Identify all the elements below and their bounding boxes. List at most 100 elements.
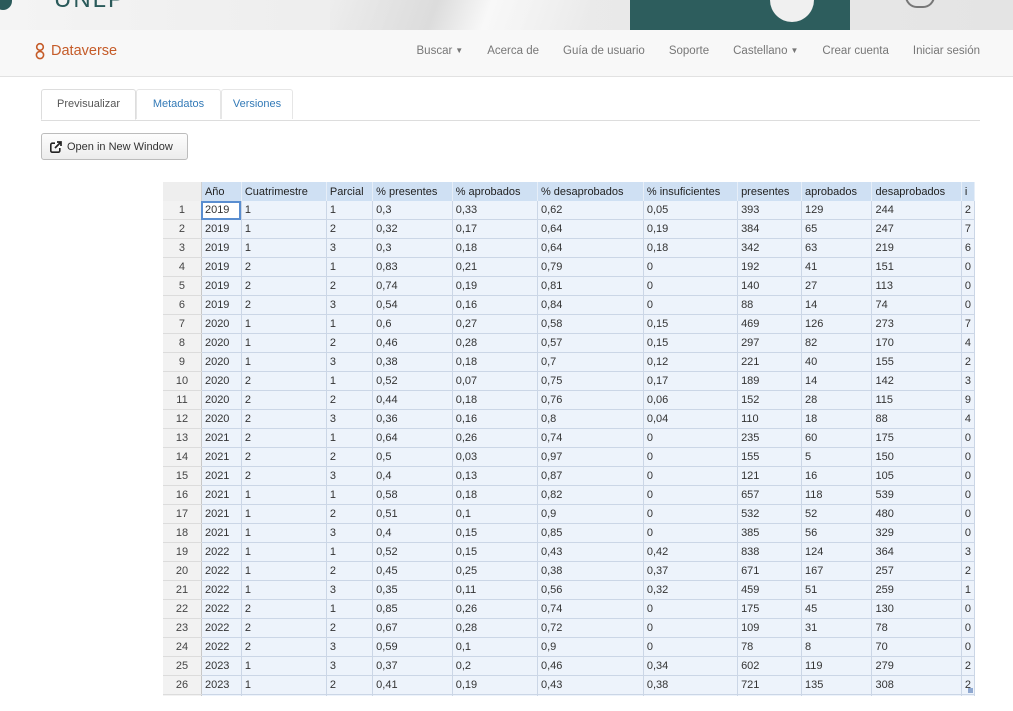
table-cell[interactable]: 2 (241, 371, 327, 391)
table-cell[interactable]: 129 (801, 201, 873, 220)
table-cell[interactable]: 0,3 (372, 201, 453, 220)
table-cell[interactable]: 0 (961, 485, 975, 505)
table-cell[interactable]: 2020 (201, 390, 242, 410)
table-cell[interactable]: 0,38 (372, 352, 453, 372)
table-cell[interactable]: 2020 (201, 333, 242, 353)
table-cell[interactable]: 0,58 (372, 485, 453, 505)
table-cell[interactable]: 0 (961, 447, 975, 467)
table-cell[interactable]: 247 (871, 219, 962, 239)
column-header[interactable]: % insuficientes (643, 182, 739, 201)
table-cell[interactable]: 0,85 (372, 599, 453, 619)
table-cell[interactable]: 259 (871, 580, 962, 600)
table-cell[interactable]: 1 (326, 485, 374, 505)
table-cell[interactable]: 56 (801, 523, 873, 543)
table-cell[interactable]: 63 (801, 238, 873, 258)
table-cell[interactable]: 140 (737, 276, 802, 296)
table-cell[interactable]: 0,76 (537, 390, 644, 410)
table-cell[interactable]: 0 (961, 276, 975, 296)
table-cell[interactable]: 0,05 (643, 201, 739, 220)
table-cell[interactable]: 3 (326, 580, 374, 600)
table-cell[interactable]: 0,17 (643, 371, 739, 391)
table-cell[interactable]: 1 (241, 542, 327, 562)
table-cell[interactable]: 51 (801, 580, 873, 600)
table-cell[interactable]: 1 (241, 580, 327, 600)
nav-item-acerca-de[interactable]: Acerca de (487, 45, 539, 57)
table-cell[interactable]: 6 (961, 238, 975, 258)
table-cell[interactable]: 2020 (201, 409, 242, 429)
table-cell[interactable]: 27 (801, 276, 873, 296)
table-cell[interactable]: 2 (326, 675, 374, 695)
table-cell[interactable]: 0,18 (452, 390, 538, 410)
table-cell[interactable]: 0,35 (372, 580, 453, 600)
table-cell[interactable]: 0,11 (452, 580, 538, 600)
table-cell[interactable]: 126 (801, 314, 873, 334)
table-cell[interactable]: 0,1 (452, 504, 538, 524)
table-cell[interactable]: 0,06 (643, 390, 739, 410)
table-cell[interactable]: 1 (241, 561, 327, 581)
table-cell[interactable]: 113 (871, 276, 962, 296)
table-cell[interactable]: 0,38 (643, 675, 739, 695)
table-cell[interactable]: 0,16 (452, 295, 538, 315)
table-cell[interactable]: 0,18 (452, 238, 538, 258)
table-cell[interactable]: 110 (737, 409, 802, 429)
table-cell[interactable]: 2021 (201, 523, 242, 543)
table-cell[interactable]: 0 (643, 618, 739, 638)
table-cell[interactable]: 190 (801, 694, 873, 696)
tab-metadata[interactable]: Metadatos (136, 89, 221, 119)
table-cell[interactable]: 0,37 (643, 561, 739, 581)
table-cell[interactable]: 3 (326, 637, 374, 657)
table-cell[interactable]: 0,37 (372, 656, 453, 676)
table-cell[interactable]: 0,34 (643, 656, 739, 676)
table-cell[interactable]: 2 (326, 447, 374, 467)
table-cell[interactable]: 1 (241, 352, 327, 372)
table-cell[interactable]: 671 (737, 561, 802, 581)
table-cell[interactable]: 0,41 (372, 675, 453, 695)
table-cell[interactable]: 0 (643, 523, 739, 543)
table-cell[interactable]: 2019 (201, 238, 242, 258)
table-cell[interactable]: 0 (643, 295, 739, 315)
table-cell[interactable]: 0,4 (372, 523, 453, 543)
table-cell[interactable]: 105 (871, 466, 962, 486)
table-cell[interactable]: 74 (871, 295, 962, 315)
table-cell[interactable]: 0,26 (452, 428, 538, 448)
table-cell[interactable]: 2 (326, 561, 374, 581)
table-cell[interactable]: 192 (737, 257, 802, 277)
table-cell[interactable]: 150 (871, 447, 962, 467)
table-cell[interactable]: 1 (326, 257, 374, 277)
table-cell[interactable]: 0,19 (452, 276, 538, 296)
table-cell[interactable]: 2023 (201, 675, 242, 695)
table-cell[interactable]: 2021 (201, 447, 242, 467)
table-cell[interactable]: 124 (801, 542, 873, 562)
table-cell[interactable]: 0,15 (452, 542, 538, 562)
table-cell[interactable]: 0,18 (452, 352, 538, 372)
table-cell[interactable]: 2 (961, 656, 975, 676)
table-cell[interactable]: 175 (871, 428, 962, 448)
table-cell[interactable]: 0,28 (452, 333, 538, 353)
table-cell[interactable]: 28 (801, 390, 873, 410)
table-cell[interactable]: 0,6 (372, 314, 453, 334)
table-cell[interactable]: 1 (326, 694, 374, 696)
table-cell[interactable]: 0,03 (452, 447, 538, 467)
table-cell[interactable]: 0,2 (452, 656, 538, 676)
table-cell[interactable]: 0,32 (643, 580, 739, 600)
table-cell[interactable]: 2019 (201, 219, 242, 239)
table-cell[interactable]: 0,67 (372, 618, 453, 638)
table-cell[interactable]: 0 (643, 428, 739, 448)
table-cell[interactable]: 2 (241, 637, 327, 657)
table-cell[interactable]: 130 (871, 599, 962, 619)
table-cell[interactable]: 0,37 (537, 694, 644, 696)
table-cell[interactable]: 0,46 (537, 656, 644, 676)
table-cell[interactable]: 2021 (201, 504, 242, 524)
tab-preview[interactable]: Previsualizar (41, 89, 136, 120)
table-cell[interactable]: 0,58 (537, 314, 644, 334)
table-cell[interactable]: 0,87 (537, 466, 644, 486)
table-cell[interactable]: 0,13 (452, 466, 538, 486)
table-cell[interactable]: 2019 (201, 276, 242, 296)
table-cell[interactable]: 0,9 (537, 504, 644, 524)
table-cell[interactable]: 18 (801, 409, 873, 429)
table-cell[interactable]: 0 (961, 466, 975, 486)
table-cell[interactable]: 0,3 (372, 238, 453, 258)
table-cell[interactable]: 0,17 (452, 219, 538, 239)
table-cell[interactable]: 0,19 (452, 675, 538, 695)
table-cell[interactable]: 0,64 (372, 428, 453, 448)
